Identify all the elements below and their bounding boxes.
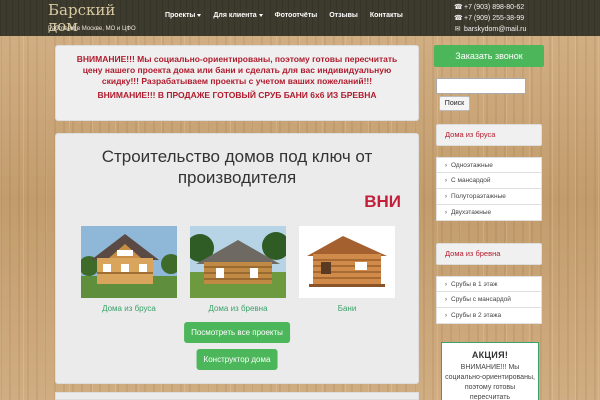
nav-item-for-client[interactable]: Для клиента — [207, 12, 268, 19]
envelope-icon: ✉ — [454, 26, 461, 33]
menu-item-two-storey[interactable]: › Двухэтажные — [436, 205, 542, 221]
category-caption-log[interactable]: Дома из бревна — [190, 304, 286, 313]
bathhouse-illustration — [299, 226, 395, 298]
bathhouse-image[interactable] — [299, 226, 395, 298]
log-house-image[interactable] — [186, 226, 290, 298]
promo-widget: АКЦИЯ! ВНИМАНИЕ!!! Мы социально-ориентир… — [441, 342, 539, 400]
menu-item-log-two-storey[interactable]: › Срубы в 2 этажа — [436, 308, 542, 324]
menu-item-one-and-half-storey[interactable]: › Полутораэтажные — [436, 189, 542, 205]
search-input[interactable] — [436, 78, 526, 94]
log-menu: › Срубы в 1 этаж › Срубы с мансардой › Сруб… — [436, 276, 542, 324]
nav-item-photo-reports[interactable]: Фотоотчёты — [269, 12, 324, 19]
search-button[interactable]: Поиск — [439, 96, 470, 111]
widget-title-log[interactable]: Дома из бревна — [436, 243, 542, 265]
chevron-right-icon: › — [445, 297, 447, 303]
hero-title: Строительство домов под ключ от производ… — [101, 147, 373, 187]
view-all-projects-button[interactable]: Посмотреть все проекты — [184, 322, 290, 343]
email-row[interactable]: ✉ barskydom@mail.ru — [454, 24, 527, 35]
product-categories: Дома из бруса Дома из бревна Бани — [79, 226, 395, 326]
header-contacts: ☎ +7 (903) 898-80-62 ☎ +7 (909) 255-38-99 … — [454, 2, 526, 35]
category-caption-bath[interactable]: Бани — [299, 304, 395, 313]
category-log-houses[interactable]: Дома из бревна — [186, 226, 290, 313]
header-bar: Барский дом Работаем в Москве, МО и ЦФО … — [0, 0, 600, 36]
phone-number-2: +7 (909) 255-38-99 — [464, 15, 525, 22]
promo-title: АКЦИЯ! — [471, 350, 509, 360]
category-caption-timber[interactable]: Дома из бруса — [81, 304, 177, 313]
main-nav: Проекты Для клиента Фотоотчёты Отзывы Ко… — [159, 12, 409, 19]
category-timber-houses[interactable]: Дома из бруса — [79, 226, 181, 313]
chevron-right-icon: › — [445, 313, 447, 319]
scrolling-notice: ВНИ — [364, 192, 401, 211]
widget-title-timber[interactable]: Дома из бруса — [436, 124, 542, 146]
timber-menu: › Одноэтажные › С мансардой › Полутораэтажн… — [436, 157, 542, 221]
chevron-right-icon: › — [445, 282, 447, 288]
next-section-edge — [55, 392, 419, 400]
phone-row-2[interactable]: ☎ +7 (909) 255-38-99 — [454, 13, 526, 24]
phone-icon: ☎ — [454, 4, 463, 11]
nav-item-contacts[interactable]: Контакты — [364, 12, 409, 19]
chevron-right-icon: › — [445, 210, 447, 216]
chevron-right-icon: › — [445, 194, 447, 200]
phone-icon: ☎ — [454, 15, 463, 22]
site-tagline: Работаем в Москве, МО и ЦФО — [48, 26, 136, 32]
site-logo[interactable]: Барский дом Работаем в Москве, МО и ЦФО — [48, 2, 138, 34]
chevron-down-icon — [197, 13, 202, 17]
nav-item-reviews[interactable]: Отзывы — [323, 12, 364, 19]
hero-section: Строительство домов под ключ от производ… — [55, 133, 419, 384]
menu-item-log-one-storey[interactable]: › Срубы в 1 этаж — [436, 276, 542, 292]
chevron-down-icon — [258, 13, 263, 17]
timber-house-image[interactable] — [79, 226, 181, 298]
notice-text-discount: ВНИМАНИЕ!!! Мы социально-ориентированы, … — [76, 54, 398, 86]
menu-item-attic[interactable]: › С мансардой — [436, 173, 542, 189]
category-bathhouses[interactable]: Бани — [299, 226, 395, 313]
menu-item-one-storey[interactable]: › Одноэтажные — [436, 157, 542, 173]
notice-box: ВНИМАНИЕ!!! Мы социально-ориентированы, … — [55, 45, 419, 121]
log-house-illustration — [186, 226, 290, 298]
timber-house-illustration — [79, 226, 181, 298]
request-call-button[interactable]: Заказать звонок — [434, 45, 544, 67]
chevron-right-icon: › — [445, 163, 447, 169]
menu-item-log-attic[interactable]: › Срубы с мансардой — [436, 292, 542, 308]
chevron-right-icon: › — [445, 178, 447, 184]
email-address: barskydom@mail.ru — [464, 26, 527, 33]
house-constructor-button[interactable]: Конструктор дома — [196, 349, 278, 370]
promo-text: ВНИМАНИЕ!!! Мы социально-ориентированы, … — [445, 364, 535, 400]
phone-row-1[interactable]: ☎ +7 (903) 898-80-62 — [454, 2, 526, 13]
nav-item-projects[interactable]: Проекты — [159, 12, 207, 19]
phone-number-1: +7 (903) 898-80-62 — [464, 4, 525, 11]
notice-text-sale: ВНИМАНИЕ!!! В ПРОДАЖЕ ГОТОВЫЙ СРУБ БАНИ … — [97, 90, 377, 100]
